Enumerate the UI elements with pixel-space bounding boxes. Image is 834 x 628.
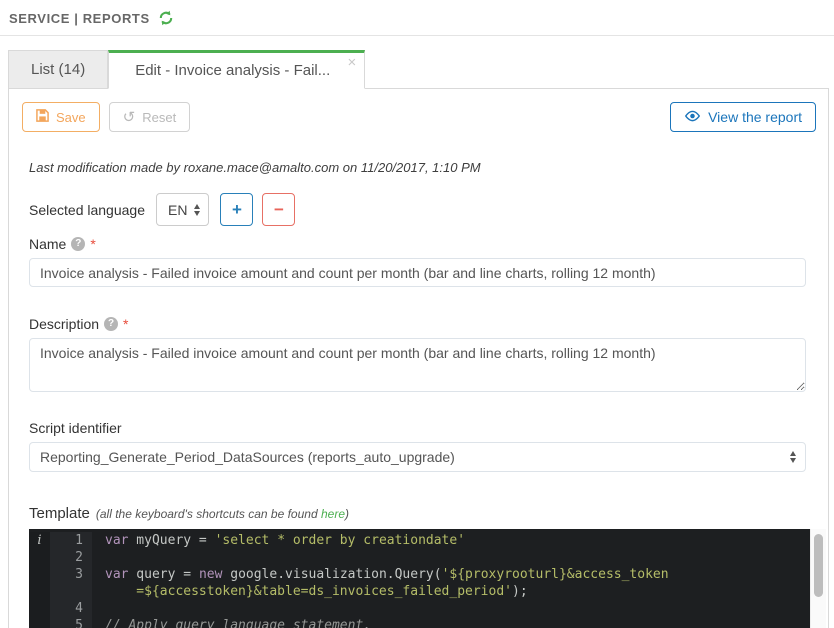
- language-row: Selected language EN + −: [29, 193, 816, 226]
- tab-list[interactable]: List (14): [8, 50, 108, 88]
- reset-button-label: Reset: [142, 110, 176, 125]
- language-select[interactable]: EN: [156, 193, 209, 226]
- view-report-button[interactable]: View the report: [670, 102, 816, 132]
- edit-report-panel: Save ↺ Reset View the report Last modifi…: [8, 88, 829, 628]
- tab-bar: List (14) Edit - Invoice analysis - Fail…: [8, 50, 829, 88]
- refresh-icon[interactable]: [158, 10, 174, 26]
- question-icon[interactable]: ?: [104, 317, 118, 331]
- shortcuts-here-link[interactable]: here: [321, 507, 345, 521]
- script-identifier-select[interactable]: Reporting_Generate_Period_DataSources (r…: [29, 442, 806, 472]
- description-textarea[interactable]: Invoice analysis - Failed invoice amount…: [29, 338, 806, 392]
- tab-list-label: List (14): [31, 61, 85, 78]
- template-label-row: Template (all the keyboard's shortcuts c…: [29, 505, 816, 522]
- name-input[interactable]: [29, 258, 806, 287]
- language-select-value: EN: [168, 202, 187, 218]
- breadcrumb: SERVICE | REPORTS: [0, 0, 834, 36]
- required-asterisk: *: [90, 236, 95, 252]
- editor-scrollbar[interactable]: [810, 529, 826, 628]
- tab-edit-label: Edit - Invoice analysis - Fail...: [135, 62, 330, 79]
- required-asterisk: *: [123, 316, 128, 332]
- eye-icon: [684, 109, 701, 125]
- script-identifier-label: Script identifier: [29, 420, 122, 436]
- close-icon[interactable]: ×: [348, 55, 357, 70]
- select-caret-icon: [790, 451, 796, 463]
- description-label-row: Description ? *: [29, 316, 816, 332]
- reset-button[interactable]: ↺ Reset: [109, 102, 191, 132]
- save-button[interactable]: Save: [22, 102, 100, 132]
- question-icon[interactable]: ?: [71, 237, 85, 251]
- editor-scrollbar-thumb[interactable]: [814, 534, 823, 597]
- save-icon: [36, 109, 49, 125]
- toolbar: Save ↺ Reset View the report: [22, 102, 816, 132]
- note-prefix: (all the keyboard's shortcuts can be fou…: [96, 507, 321, 521]
- code-area[interactable]: i1var myQuery = 'select * order by creat…: [29, 529, 810, 628]
- selected-language-label: Selected language: [29, 202, 145, 218]
- note-suffix: ): [345, 507, 349, 521]
- view-report-label: View the report: [708, 109, 802, 125]
- description-label: Description: [29, 316, 99, 332]
- script-identifier-value: Reporting_Generate_Period_DataSources (r…: [40, 449, 455, 465]
- template-label: Template: [29, 505, 90, 522]
- remove-language-button[interactable]: −: [262, 193, 295, 226]
- last-modification-note: Last modification made by roxane.mace@am…: [29, 160, 816, 175]
- breadcrumb-label: SERVICE | REPORTS: [9, 11, 150, 26]
- template-shortcuts-note: (all the keyboard's shortcuts can be fou…: [96, 507, 349, 521]
- save-button-label: Save: [56, 110, 86, 125]
- select-caret-icon: [194, 204, 200, 216]
- template-code-editor[interactable]: i1var myQuery = 'select * order by creat…: [29, 529, 826, 628]
- reports-page: SERVICE | REPORTS List (14) Edit - Invoi…: [0, 0, 834, 628]
- reset-icon: ↺: [123, 111, 136, 124]
- add-language-button[interactable]: +: [220, 193, 253, 226]
- tab-edit-report[interactable]: Edit - Invoice analysis - Fail... ×: [108, 50, 365, 89]
- script-identifier-label-row: Script identifier: [29, 420, 816, 436]
- name-label-row: Name ? *: [29, 236, 816, 252]
- name-label: Name: [29, 236, 66, 252]
